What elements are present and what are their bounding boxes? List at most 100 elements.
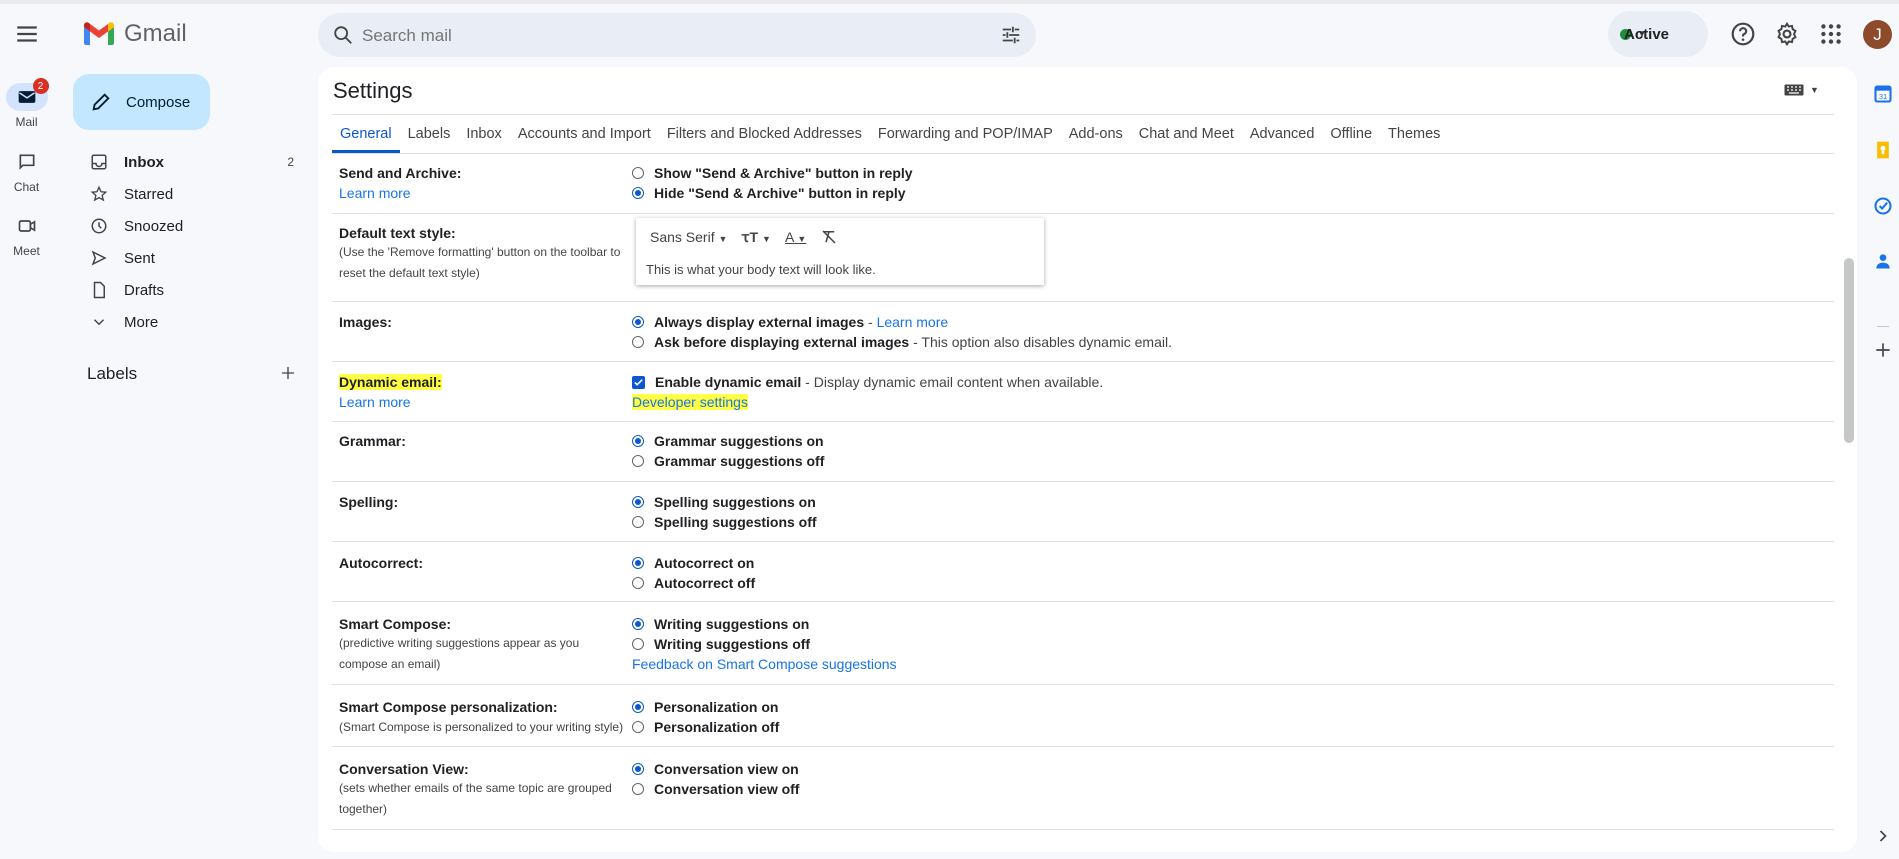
radio-button[interactable] — [632, 167, 644, 179]
font-size-icon[interactable]: ꚍT ▼ — [741, 229, 771, 246]
pencil-icon — [92, 93, 110, 111]
add-addon-icon[interactable] — [1873, 340, 1893, 360]
remove-formatting-icon[interactable] — [820, 228, 838, 246]
radio-button[interactable] — [632, 577, 644, 589]
option-description: - Display dynamic email content when ava… — [801, 374, 1104, 390]
tab-chat-meet[interactable]: Chat and Meet — [1131, 115, 1242, 153]
tab-filters[interactable]: Filters and Blocked Addresses — [659, 115, 870, 153]
main-menu-icon[interactable] — [14, 21, 40, 47]
rail-item-meet[interactable]: Meet — [0, 212, 53, 258]
option-conversation-off[interactable]: Conversation view off — [632, 781, 799, 797]
option-label: Always display external images — [654, 314, 865, 330]
radio-button[interactable] — [632, 638, 644, 650]
radio-button[interactable] — [632, 721, 644, 733]
radio-button[interactable] — [632, 618, 644, 630]
option-label: Enable dynamic email — [655, 374, 802, 390]
font-family-value: Sans Serif — [650, 229, 715, 245]
learn-more-link[interactable]: Learn more — [339, 185, 411, 201]
nav-item-snoozed[interactable]: Snoozed — [62, 210, 308, 242]
option-autocorrect-on[interactable]: Autocorrect on — [632, 555, 754, 571]
learn-more-link[interactable]: Learn more — [339, 394, 411, 410]
option-description: - This option also disables dynamic emai… — [909, 334, 1172, 350]
option-grammar-off[interactable]: Grammar suggestions off — [632, 453, 824, 469]
radio-button[interactable] — [632, 336, 644, 348]
radio-button[interactable] — [632, 763, 644, 775]
draft-file-icon — [93, 281, 105, 299]
option-label: Hide "Send & Archive" button in reply — [654, 185, 906, 201]
option-enable-dynamic-email[interactable]: Enable dynamic email - Display dynamic e… — [632, 374, 1103, 390]
setting-label: Spelling: — [339, 494, 399, 510]
option-personalization-on[interactable]: Personalization on — [632, 699, 778, 715]
nav-item-sent[interactable]: Sent — [62, 242, 308, 274]
checkbox[interactable] — [632, 375, 645, 389]
option-show-send-archive[interactable]: Show "Send & Archive" button in reply — [632, 165, 913, 181]
scrollbar-thumb[interactable] — [1844, 258, 1854, 443]
rail-item-mail[interactable]: 2 Mail — [0, 78, 53, 129]
option-writing-suggestions-off[interactable]: Writing suggestions off — [632, 636, 810, 652]
nav-snoozed-label: Snoozed — [124, 217, 184, 235]
nav-item-inbox[interactable]: Inbox 2 — [62, 146, 308, 178]
text-color-icon[interactable]: A ▼ — [785, 229, 806, 245]
contacts-icon[interactable] — [1873, 251, 1893, 271]
nav-starred-label: Starred — [124, 185, 174, 203]
option-ask-before-display[interactable]: Ask before displaying external images - … — [632, 334, 1172, 350]
search-options-icon[interactable] — [1000, 24, 1022, 46]
option-autocorrect-off[interactable]: Autocorrect off — [632, 575, 755, 591]
keep-icon[interactable] — [1873, 140, 1893, 160]
help-icon[interactable] — [1730, 21, 1756, 47]
nav-item-drafts[interactable]: Drafts — [62, 274, 308, 306]
option-grammar-on[interactable]: Grammar suggestions on — [632, 433, 824, 449]
tab-addons[interactable]: Add-ons — [1061, 115, 1131, 153]
input-tools-toggle[interactable]: ▼ — [1784, 84, 1819, 96]
search-bar[interactable] — [318, 13, 1036, 57]
gmail-logo[interactable]: Gmail — [82, 20, 187, 48]
option-spelling-on[interactable]: Spelling suggestions on — [632, 494, 816, 510]
tab-accounts-import[interactable]: Accounts and Import — [510, 115, 659, 153]
font-family-select[interactable]: Sans Serif ▼ — [650, 229, 727, 245]
settings-gear-icon[interactable] — [1774, 21, 1800, 47]
tab-themes[interactable]: Themes — [1380, 115, 1448, 153]
tab-offline[interactable]: Offline — [1322, 115, 1380, 153]
add-label-icon[interactable] — [280, 365, 296, 381]
learn-more-link[interactable]: Learn more — [877, 314, 949, 330]
chevron-right-icon[interactable] — [1873, 826, 1893, 846]
chat-icon — [19, 154, 34, 170]
tab-forwarding[interactable]: Forwarding and POP/IMAP — [870, 115, 1061, 153]
option-always-display-images[interactable]: Always display external images - Learn m… — [632, 314, 948, 330]
setting-label: Autocorrect: — [339, 555, 424, 571]
apps-grid-icon[interactable] — [1818, 21, 1844, 47]
tab-general[interactable]: General — [332, 115, 400, 153]
status-selector[interactable]: Active ▼ — [1608, 11, 1708, 57]
search-input[interactable] — [360, 21, 964, 51]
rail-item-chat[interactable]: Chat — [0, 148, 53, 194]
compose-button[interactable]: Compose — [73, 74, 210, 130]
option-writing-suggestions-on[interactable]: Writing suggestions on — [632, 616, 809, 632]
option-hide-send-archive[interactable]: Hide "Send & Archive" button in reply — [632, 185, 906, 201]
option-conversation-on[interactable]: Conversation view on — [632, 761, 799, 777]
radio-button[interactable] — [632, 316, 644, 328]
option-label: Writing suggestions on — [654, 616, 810, 632]
smart-compose-feedback-link[interactable]: Feedback on Smart Compose suggestions — [632, 656, 897, 672]
radio-button[interactable] — [632, 455, 644, 467]
page-title: Settings — [333, 78, 413, 103]
nav-item-more[interactable]: More — [62, 306, 308, 338]
tab-advanced[interactable]: Advanced — [1242, 115, 1323, 153]
radio-button[interactable] — [632, 557, 644, 569]
search-icon[interactable] — [332, 24, 354, 46]
radio-button[interactable] — [632, 516, 644, 528]
radio-button[interactable] — [632, 435, 644, 447]
developer-settings-link[interactable]: Developer settings — [632, 394, 748, 410]
account-avatar[interactable]: J — [1863, 20, 1892, 49]
calendar-icon[interactable]: 31 — [1873, 84, 1893, 104]
option-label: Personalization on — [654, 699, 779, 715]
tab-labels[interactable]: Labels — [400, 115, 459, 153]
option-personalization-off[interactable]: Personalization off — [632, 719, 779, 735]
radio-button[interactable] — [632, 496, 644, 508]
tab-inbox[interactable]: Inbox — [458, 115, 509, 153]
radio-button[interactable] — [632, 783, 644, 795]
option-spelling-off[interactable]: Spelling suggestions off — [632, 514, 817, 530]
tasks-icon[interactable] — [1873, 196, 1893, 216]
radio-button[interactable] — [632, 701, 644, 713]
nav-item-starred[interactable]: Starred — [62, 178, 308, 210]
radio-button[interactable] — [632, 187, 644, 199]
